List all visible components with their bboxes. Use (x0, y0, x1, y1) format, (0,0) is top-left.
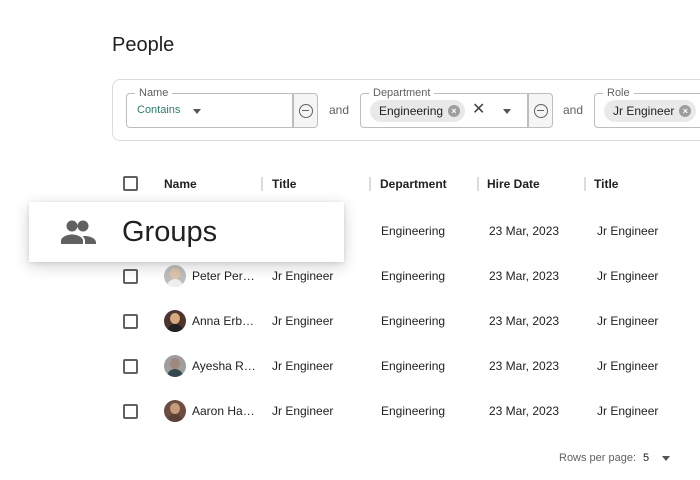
groups-icon (61, 220, 96, 244)
cell-title-2: Jr Engineer (597, 314, 659, 328)
table-header: Name Title Department Hire Date Title (112, 166, 700, 202)
avatar (164, 400, 186, 422)
and-operator-label: and (329, 103, 350, 117)
cell-name[interactable]: Peter Per… (192, 269, 255, 283)
remove-department-filter-button[interactable] (528, 93, 553, 128)
role-chip[interactable]: Jr Engineer × (604, 100, 697, 122)
clear-icon[interactable]: ✕ (472, 101, 485, 119)
cell-department: Engineering (381, 314, 446, 328)
cell-department: Engineering (381, 359, 446, 373)
column-separator[interactable] (369, 177, 371, 191)
department-filter-legend: Department (369, 86, 435, 100)
chevron-down-icon[interactable] (503, 109, 511, 114)
role-chip-label: Jr Engineer (613, 104, 675, 118)
column-header-title[interactable]: Title (272, 177, 296, 191)
column-header-name[interactable]: Name (164, 177, 197, 191)
avatar (164, 355, 186, 377)
column-separator[interactable] (261, 177, 263, 191)
row-checkbox[interactable] (123, 314, 138, 329)
page-title: People (112, 34, 175, 56)
cell-hire-date: 23 Mar, 2023 (489, 314, 560, 328)
column-header-title-2[interactable]: Title (594, 177, 618, 191)
cell-title-2: Jr Engineer (597, 224, 659, 238)
column-separator[interactable] (477, 177, 479, 191)
minus-circle-icon (298, 103, 313, 118)
cell-title: Jr Engineer (272, 314, 334, 328)
and-operator-label: and (563, 103, 584, 117)
cell-title: Jr Engineer (272, 359, 334, 373)
cell-hire-date: 23 Mar, 2023 (489, 269, 560, 283)
cell-title: Jr Engineer (272, 404, 334, 418)
groups-menu-item[interactable]: Groups (29, 202, 344, 262)
row-checkbox[interactable] (123, 359, 138, 374)
cell-name[interactable]: Ayesha R… (192, 359, 256, 373)
column-header-department[interactable]: Department (380, 177, 447, 191)
table-row[interactable]: Aaron Ha… Jr Engineer Engineering 23 Mar… (112, 389, 700, 434)
row-checkbox[interactable] (123, 404, 138, 419)
row-checkbox[interactable] (123, 269, 138, 284)
chip-remove-icon[interactable]: × (679, 105, 692, 117)
rows-per-page-select[interactable]: 5 (643, 452, 649, 464)
column-header-hire-date[interactable]: Hire Date (487, 177, 540, 191)
department-chip[interactable]: Engineering × (370, 100, 466, 122)
cell-department: Engineering (381, 269, 446, 283)
cell-hire-date: 23 Mar, 2023 (489, 359, 560, 373)
chip-remove-icon[interactable]: × (448, 105, 461, 117)
cell-title-2: Jr Engineer (597, 404, 659, 418)
role-filter-legend: Role (603, 86, 634, 100)
groups-label: Groups (122, 216, 218, 248)
cell-hire-date: 23 Mar, 2023 (489, 224, 560, 238)
table-row[interactable]: Anna Erb… Jr Engineer Engineering 23 Mar… (112, 299, 700, 344)
cell-title-2: Jr Engineer (597, 269, 659, 283)
name-filter-operator[interactable]: Contains (137, 104, 180, 116)
avatar (164, 265, 186, 287)
chevron-down-icon[interactable] (193, 109, 201, 114)
cell-department: Engineering (381, 224, 446, 238)
cell-title-2: Jr Engineer (597, 359, 659, 373)
table-row[interactable]: Ayesha R… Jr Engineer Engineering 23 Mar… (112, 344, 700, 389)
rows-per-page-label: Rows per page: (559, 452, 637, 464)
remove-name-filter-button[interactable] (293, 93, 318, 128)
cell-title: Jr Engineer (272, 269, 334, 283)
cell-department: Engineering (381, 404, 446, 418)
name-filter-legend: Name (135, 86, 173, 100)
column-separator[interactable] (584, 177, 586, 191)
avatar (164, 310, 186, 332)
cell-name[interactable]: Anna Erb… (192, 314, 254, 328)
chevron-down-icon[interactable] (662, 456, 670, 461)
cell-name[interactable]: Aaron Ha… (192, 404, 255, 418)
department-chip-label: Engineering (379, 104, 444, 118)
cell-hire-date: 23 Mar, 2023 (489, 404, 560, 418)
select-all-checkbox[interactable] (123, 176, 138, 191)
name-filter-field[interactable]: Name Contains (126, 86, 293, 128)
minus-circle-icon (533, 103, 548, 118)
